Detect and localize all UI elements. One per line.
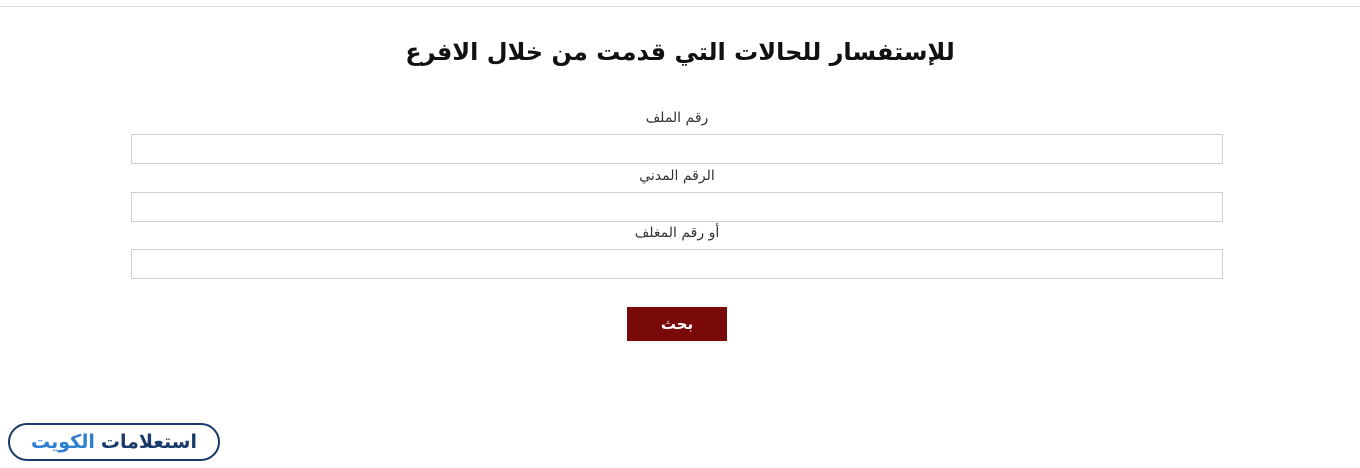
envelope-number-label: أو رقم المغلف: [634, 225, 720, 241]
watermark-word-2: الكويت: [31, 431, 95, 453]
top-divider: [0, 6, 1360, 7]
watermark-word-1: استعلامات: [100, 431, 197, 453]
file-number-input[interactable]: [131, 134, 1223, 164]
watermark-logo: استعلامات الكويت: [8, 423, 220, 461]
page-title: للإستفسار للحالات التي قدمت من خلال الاف…: [405, 38, 955, 66]
file-number-label: رقم الملف: [645, 110, 709, 126]
envelope-number-input[interactable]: [131, 249, 1223, 279]
civil-id-label: الرقم المدني: [639, 168, 715, 184]
search-button[interactable]: بحث: [627, 307, 727, 341]
civil-id-input[interactable]: [131, 192, 1223, 222]
